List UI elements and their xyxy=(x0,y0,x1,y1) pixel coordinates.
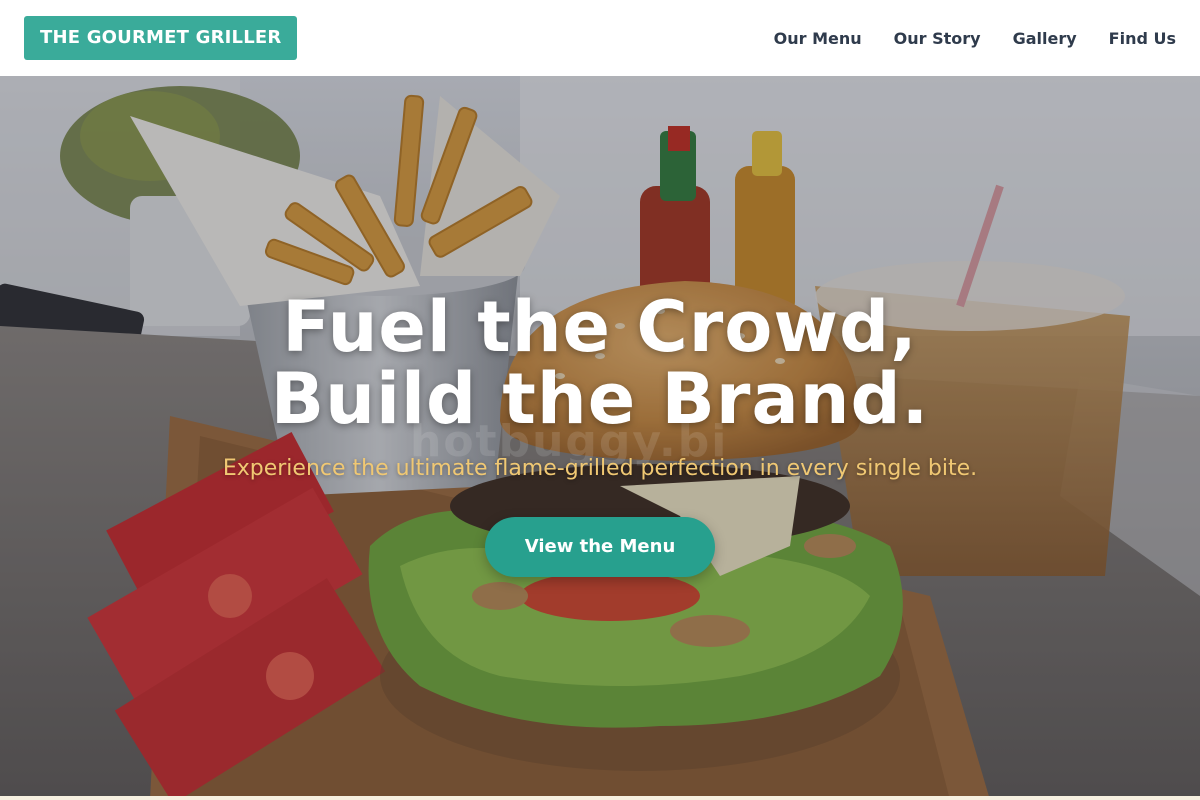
hero-title-line-1: Fuel the Crowd, xyxy=(282,286,918,368)
hero-title: Fuel the Crowd, Build the Brand. xyxy=(0,291,1200,435)
view-menu-button[interactable]: View the Menu xyxy=(484,517,716,577)
nav-find-us[interactable]: Find Us xyxy=(1109,29,1176,48)
hero-section: hotbuggy.bi Fuel the Crowd, Build the Br… xyxy=(0,76,1200,800)
hero-subtitle: Experience the ultimate flame-grilled pe… xyxy=(222,456,978,481)
nav-gallery[interactable]: Gallery xyxy=(1013,29,1077,48)
nav-our-menu[interactable]: Our Menu xyxy=(774,29,862,48)
section-divider xyxy=(0,796,1200,800)
hero-title-line-2: Build the Brand. xyxy=(270,358,930,440)
site-header: THE GOURMET GRILLER Our Menu Our Story G… xyxy=(0,0,1200,76)
hero-content: Fuel the Crowd, Build the Brand. Experie… xyxy=(0,291,1200,577)
site-logo[interactable]: THE GOURMET GRILLER xyxy=(24,16,298,60)
nav-our-story[interactable]: Our Story xyxy=(894,29,981,48)
main-nav: Our Menu Our Story Gallery Find Us xyxy=(774,0,1176,76)
